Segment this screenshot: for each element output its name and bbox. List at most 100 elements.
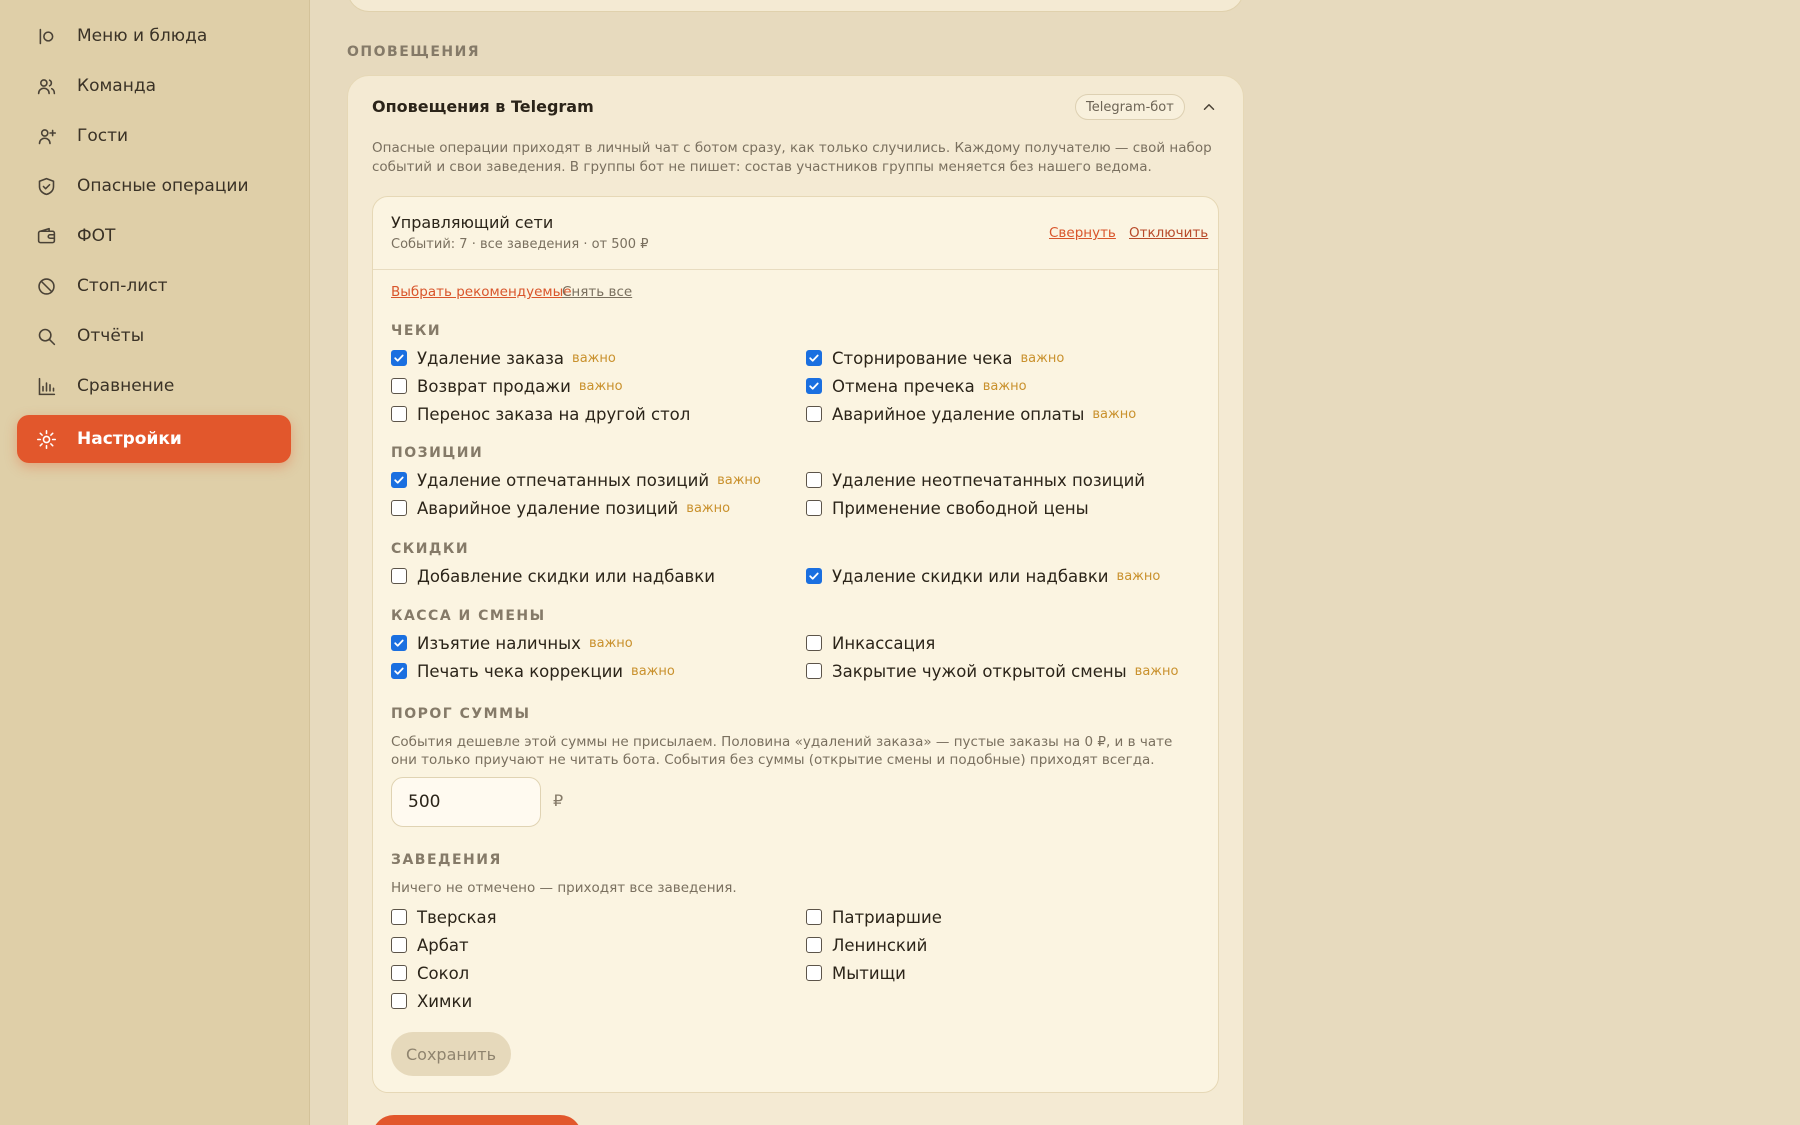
checkbox-option[interactable]: Патриаршие [806, 906, 942, 928]
checkbox-label: Возврат продажи [417, 376, 571, 396]
group-title-discounts: СКИДКИ [391, 541, 470, 557]
previous-card [347, 0, 1244, 12]
checkbox-option[interactable]: Аварийное удаление оплаты важно [806, 403, 1136, 425]
sidebar-item-reports[interactable]: Отчёты [17, 312, 291, 360]
checkbox-option[interactable]: Возврат продажи важно [391, 375, 623, 397]
bar-chart-icon [35, 375, 57, 397]
sidebar-item-label: Настройки [77, 429, 182, 449]
checkbox-option[interactable]: Удаление отпечатанных позиций важно [391, 469, 761, 491]
sidebar-item-payroll[interactable]: ФОТ [17, 212, 291, 260]
sidebar-item-menu[interactable]: Меню и блюда [17, 12, 291, 60]
checkbox-label: Аварийное удаление позиций [417, 498, 679, 518]
checkbox-checked[interactable] [806, 378, 822, 394]
checkbox-option[interactable]: Применение свободной цены [806, 497, 1089, 519]
important-badge: важно [1134, 663, 1179, 679]
important-badge: важно [1092, 406, 1137, 422]
sidebar-item-team[interactable]: Команда [17, 62, 291, 110]
card-description: Опасные операции приходят в личный чат с… [372, 140, 1212, 175]
disable-link[interactable]: Отключить [1129, 225, 1208, 241]
group-title-positions: ПОЗИЦИИ [391, 445, 484, 461]
important-badge: важно [1116, 568, 1161, 584]
checkbox-option[interactable]: Печать чека коррекции важно [391, 660, 675, 682]
checkbox-label: Ленинский [832, 935, 928, 955]
checkbox-checked[interactable] [806, 350, 822, 366]
menu-dish-icon [35, 25, 57, 47]
select-recommended-link[interactable]: Выбрать рекомендуемые [391, 284, 572, 300]
checkbox-unchecked[interactable] [391, 965, 407, 981]
checkbox-unchecked[interactable] [806, 635, 822, 651]
checkbox-label: Перенос заказа на другой стол [417, 404, 691, 424]
checkbox-unchecked[interactable] [391, 378, 407, 394]
checkbox-unchecked[interactable] [391, 568, 407, 584]
currency-label: ₽ [553, 791, 564, 810]
checkbox-label: Химки [417, 991, 473, 1011]
stop-icon [35, 275, 57, 297]
sidebar-item-label: Опасные операции [77, 176, 249, 196]
sidebar-item-settings[interactable]: Настройки [17, 415, 291, 463]
sidebar-item-guests[interactable]: Гости [17, 112, 291, 160]
collapse-link[interactable]: Свернуть [1049, 225, 1116, 241]
checkbox-checked[interactable] [806, 568, 822, 584]
sidebar-item-stop-list[interactable]: Стоп-лист [17, 262, 291, 310]
checkbox-unchecked[interactable] [806, 500, 822, 516]
checkbox-unchecked[interactable] [806, 663, 822, 679]
sidebar-item-comparison[interactable]: Сравнение [17, 362, 291, 410]
checkbox-unchecked[interactable] [806, 909, 822, 925]
checkbox-checked[interactable] [391, 635, 407, 651]
sidebar-item-label: ФОТ [77, 226, 116, 246]
checkbox-unchecked[interactable] [391, 993, 407, 1009]
chevron-up-icon[interactable] [1199, 97, 1219, 117]
checkbox-label: Аварийное удаление оплаты [832, 404, 1085, 424]
checkbox-option[interactable]: Добавление скидки или надбавки [391, 565, 715, 587]
checkbox-option[interactable]: Ленинский [806, 934, 927, 956]
clear-all-link[interactable]: Снять все [562, 284, 632, 300]
checkbox-option[interactable]: Отмена пречека важно [806, 375, 1027, 397]
checkbox-label: Применение свободной цены [832, 498, 1089, 518]
important-badge: важно [631, 663, 675, 679]
sidebar-item-dangerous-ops[interactable]: Опасные операции [17, 162, 291, 210]
wallet-icon [35, 225, 57, 247]
checkbox-option[interactable]: Мытищи [806, 962, 906, 984]
threshold-hint: События дешевле этой суммы не присылаем.… [391, 734, 1173, 768]
shield-icon [35, 175, 57, 197]
checkbox-option[interactable]: Сокол [391, 962, 469, 984]
checkbox-option[interactable]: Тверская [391, 906, 497, 928]
checkbox-label: Удаление отпечатанных позиций [417, 470, 710, 490]
checkbox-unchecked[interactable] [806, 937, 822, 953]
checkbox-option[interactable]: Изъятие наличных важно [391, 632, 633, 654]
important-badge: важно [572, 350, 616, 366]
checkbox-option[interactable]: Удаление скидки или надбавки важно [806, 565, 1160, 587]
checkbox-unchecked[interactable] [391, 500, 407, 516]
checkbox-checked[interactable] [391, 350, 407, 366]
checkbox-checked[interactable] [391, 663, 407, 679]
important-badge: важно [982, 378, 1027, 394]
checkbox-option[interactable]: Удаление заказа важно [391, 347, 616, 369]
checkbox-option[interactable]: Сторнирование чека важно [806, 347, 1064, 369]
checkbox-unchecked[interactable] [806, 965, 822, 981]
checkbox-option[interactable]: Арбат [391, 934, 469, 956]
checkbox-unchecked[interactable] [806, 406, 822, 422]
checkbox-option[interactable]: Перенос заказа на другой стол [391, 403, 690, 425]
checkbox-option[interactable]: Аварийное удаление позиций важно [391, 497, 730, 519]
add-recipient-button[interactable] [372, 1115, 582, 1125]
checkbox-label: Добавление скидки или надбавки [417, 566, 715, 586]
threshold-amount-input[interactable]: 500 [391, 777, 541, 827]
telegram-notifications-card: Оповещения в Telegram Telegram-бот Опасн… [347, 75, 1244, 1125]
sidebar: Меню и блюда Команда Гости Опасные опера… [0, 0, 310, 1125]
checkbox-unchecked[interactable] [806, 472, 822, 488]
checkbox-label: Удаление заказа [417, 348, 565, 368]
checkbox-option[interactable]: Химки [391, 990, 472, 1012]
checkbox-checked[interactable] [391, 472, 407, 488]
checkbox-option[interactable]: Закрытие чужой открытой смены важно [806, 660, 1178, 682]
checkbox-option[interactable]: Удаление неотпечатанных позиций [806, 469, 1145, 491]
checkbox-unchecked[interactable] [391, 406, 407, 422]
checkbox-label: Инкассация [832, 633, 936, 653]
checkbox-unchecked[interactable] [391, 937, 407, 953]
checkbox-option[interactable]: Инкассация [806, 632, 935, 654]
recipient-title: Управляющий сети [391, 213, 554, 232]
checkbox-unchecked[interactable] [391, 909, 407, 925]
group-title-cash: КАССА И СМЕНЫ [391, 608, 546, 624]
group-title-threshold: ПОРОГ СУММЫ [391, 706, 531, 722]
save-button[interactable]: Сохранить [391, 1032, 511, 1076]
checkbox-label: Отмена пречека [832, 376, 975, 396]
